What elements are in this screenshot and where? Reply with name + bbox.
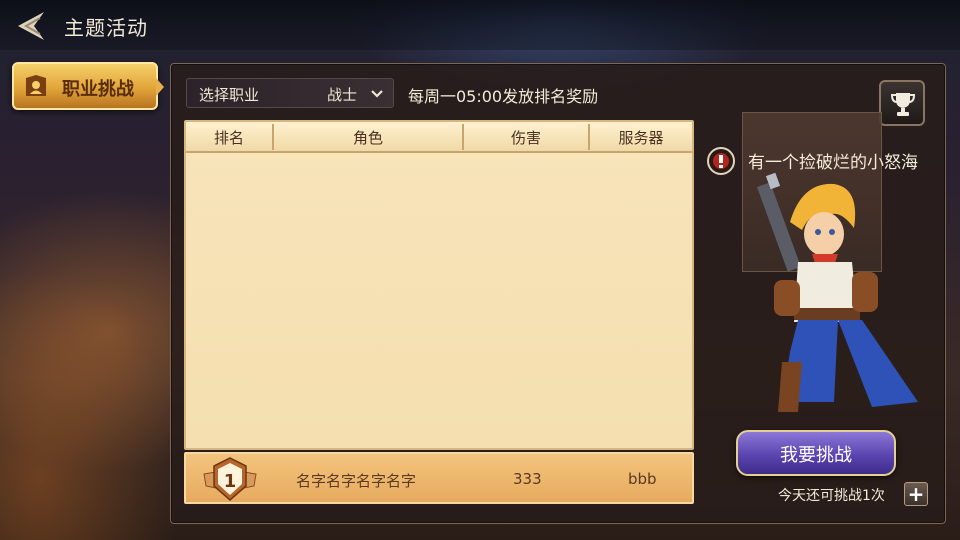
challenge-button-label: 我要挑战 (780, 445, 852, 466)
my-server: bbb (628, 470, 657, 488)
tab-pointer (156, 78, 164, 96)
table-header: 排名 角色 伤害 服务器 (186, 122, 692, 153)
job-select-value: 战士 (327, 86, 358, 104)
col-rank: 排名 (213, 129, 244, 147)
top-bar: 主题活动 (0, 0, 960, 50)
tab-job-challenge[interactable]: 职业挑战 (12, 62, 164, 110)
chevron-down-icon (371, 90, 383, 98)
plus-icon: + (907, 482, 925, 506)
col-role: 角色 (352, 129, 383, 147)
back-icon[interactable] (10, 8, 50, 44)
col-server: 服务器 (618, 129, 664, 147)
chat-icon (707, 147, 735, 175)
rank-medal-icon: 1 (203, 457, 257, 501)
job-select-label: 选择职业 (199, 86, 260, 104)
challenge-button[interactable]: 我要挑战 (736, 430, 896, 476)
page-title: 主题活动 (64, 16, 148, 40)
tab-label: 职业挑战 (62, 79, 134, 100)
job-select-dropdown[interactable]: 选择职业 战士 (186, 78, 394, 108)
rank-number: 1 (224, 471, 237, 492)
col-damage: 伤害 (510, 129, 541, 147)
add-attempts-button[interactable]: + (904, 482, 928, 506)
tab-icon (26, 75, 46, 96)
my-rank-row: 1 名字名字名字名字 333 bbb (184, 452, 694, 504)
reward-note: 每周一05:00发放排名奖励 (408, 87, 599, 106)
my-damage: 333 (513, 470, 542, 488)
remaining-attempts-text: 今天还可挑战1次 (778, 488, 885, 504)
npc-name-text: 有一个捡破烂的小怒海 (748, 153, 918, 173)
ranking-table: 排名 角色 伤害 服务器 (184, 120, 694, 450)
my-role-name: 名字名字名字名字 (296, 472, 417, 490)
